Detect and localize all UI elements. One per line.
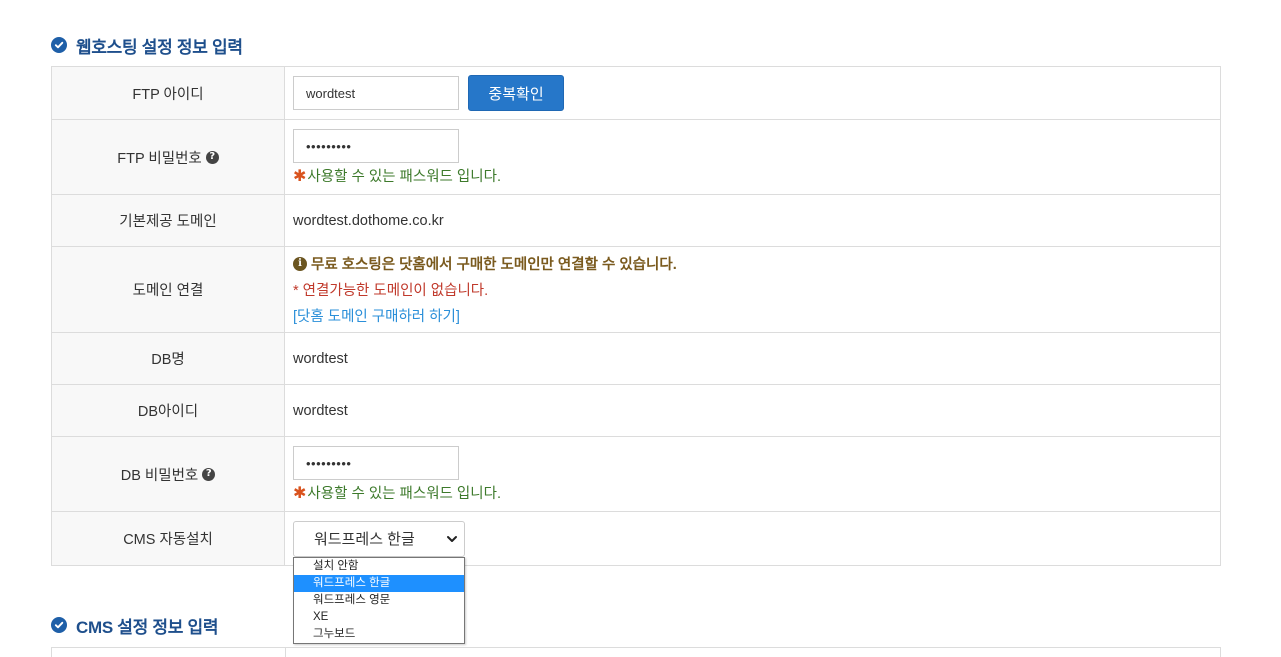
buy-domain-link[interactable]: [닷홈 도메인 구매하러 하기]	[293, 305, 1220, 326]
question-circle-icon[interactable]: ?	[202, 467, 216, 481]
ftp-pw-status: ✱ 사용할 수 있는 패스워드 입니다.	[293, 165, 1220, 186]
db-name-label: DB명	[51, 332, 285, 385]
cms-dropdown-list: 설치 안함 워드프레스 한글 워드프레스 영문 XE 그누보드	[293, 557, 465, 644]
ftp-pw-input[interactable]	[293, 129, 459, 163]
question-circle-icon[interactable]: ?	[205, 150, 219, 164]
db-pw-status-text: 사용할 수 있는 패스워드 입니다.	[307, 486, 501, 502]
db-id-row: DB아이디 wordtest	[51, 384, 1221, 437]
dropdown-option[interactable]: XE	[294, 609, 464, 626]
duplicate-check-button[interactable]: 중복확인	[468, 75, 565, 111]
hosting-settings-table: FTP 아이디 중복확인 FTP 비밀번호 ? ✱ 사용할 수 있는 패스워드 …	[51, 66, 1221, 566]
dropdown-option[interactable]: 설치 안함	[294, 558, 464, 575]
check-circle-icon	[51, 37, 67, 53]
check-circle-icon	[51, 617, 67, 633]
domain-warning: * 연결가능한 도메인이 없습니다.	[293, 283, 489, 299]
db-name-row: DB명 wordtest	[51, 332, 1221, 385]
cms-select[interactable]: 워드프레스 한글	[293, 520, 465, 557]
asterisk-icon: ✱	[293, 167, 307, 185]
chevron-down-icon	[446, 531, 458, 551]
domain-link-label: 도메인 연결	[51, 246, 285, 333]
db-pw-row: DB 비밀번호 ? ✱ 사용할 수 있는 패스워드 입니다.	[51, 436, 1221, 512]
hosting-section-title: 웹호스팅 설정 정보 입력	[51, 33, 243, 57]
ftp-id-label: FTP 아이디	[51, 66, 285, 120]
cms-section-title-text: CMS 설정 정보 입력	[76, 617, 219, 637]
db-pw-label: DB 비밀번호	[120, 467, 199, 484]
ftp-pw-row: FTP 비밀번호 ? ✱ 사용할 수 있는 패스워드 입니다.	[51, 119, 1221, 195]
hosting-section-title-text: 웹호스팅 설정 정보 입력	[76, 37, 243, 57]
default-domain-value: wordtest.dothome.co.kr	[284, 194, 1221, 247]
domain-link-row: 도메인 연결 i 무료 호스팅은 닷홈에서 구매한 도메인만 연결할 수 있습니…	[51, 246, 1221, 333]
db-id-value: wordtest	[284, 384, 1221, 437]
default-domain-label: 기본제공 도메인	[51, 194, 285, 247]
db-id-label: DB아이디	[51, 384, 285, 437]
cms-settings-table	[51, 647, 1221, 657]
cms-section-title: CMS 설정 정보 입력	[51, 613, 218, 637]
ftp-pw-status-text: 사용할 수 있는 패스워드 입니다.	[307, 169, 501, 185]
cms-label: CMS 자동설치	[51, 511, 285, 566]
cms-row: CMS 자동설치 워드프레스 한글	[51, 511, 1221, 566]
domain-notice-text: 무료 호스팅은 닷홈에서 구매한 도메인만 연결할 수 있습니다.	[311, 257, 677, 273]
ftp-id-input[interactable]	[293, 76, 459, 110]
cms-select-value: 워드프레스 한글	[314, 531, 415, 548]
db-pw-input[interactable]	[293, 446, 459, 480]
domain-notice: i 무료 호스팅은 닷홈에서 구매한 도메인만 연결할 수 있습니다.	[293, 253, 1220, 274]
default-domain-row: 기본제공 도메인 wordtest.dothome.co.kr	[51, 194, 1221, 247]
ftp-id-row: FTP 아이디 중복확인	[51, 66, 1221, 120]
asterisk-icon: ✱	[293, 484, 307, 502]
ftp-pw-label: FTP 비밀번호	[117, 150, 202, 167]
dropdown-option-selected[interactable]: 워드프레스 한글	[294, 575, 464, 592]
db-pw-status: ✱ 사용할 수 있는 패스워드 입니다.	[293, 482, 1220, 503]
dropdown-option[interactable]: 워드프레스 영문	[294, 592, 464, 609]
info-circle-icon: i	[293, 256, 307, 271]
dropdown-option[interactable]: 그누보드	[294, 626, 464, 643]
db-name-value: wordtest	[284, 332, 1221, 385]
